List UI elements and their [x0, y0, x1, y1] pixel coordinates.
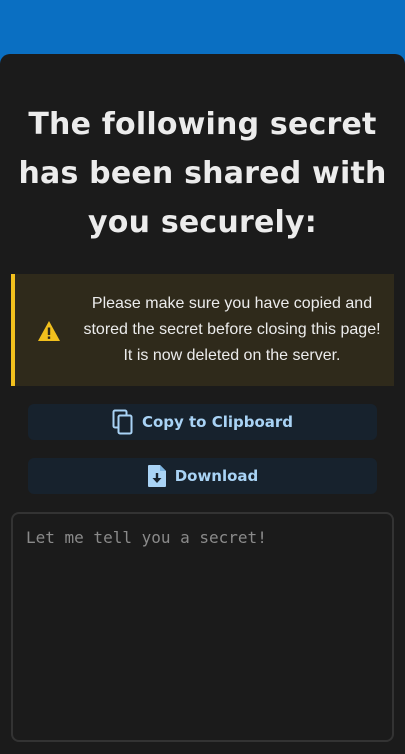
copy-to-clipboard-button[interactable]: Copy to Clipboard	[28, 404, 377, 440]
file-download-icon	[147, 464, 167, 488]
copy-icon	[112, 409, 134, 435]
warning-message: Please make sure you have copied and sto…	[83, 295, 381, 364]
warning-triangle-icon	[37, 320, 61, 342]
download-button[interactable]: Download	[28, 458, 377, 494]
page-title: The following secret has been shared wit…	[18, 107, 387, 240]
secret-textarea[interactable]	[11, 512, 394, 742]
download-button-label: Download	[174, 467, 259, 485]
copy-button-label: Copy to Clipboard	[141, 413, 294, 431]
warning-banner: Please make sure you have copied and sto…	[11, 274, 394, 386]
